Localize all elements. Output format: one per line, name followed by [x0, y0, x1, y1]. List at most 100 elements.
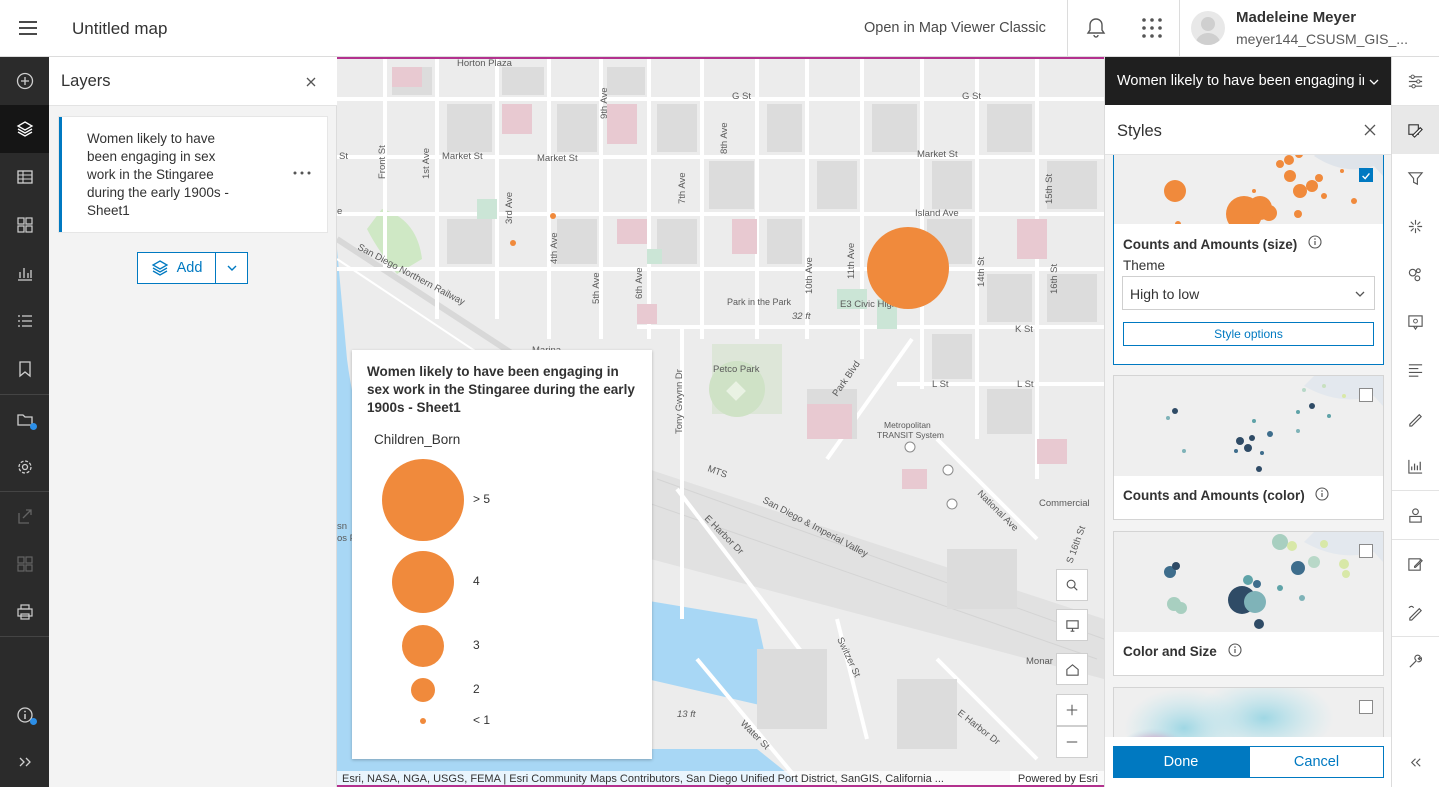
style-card-counts-size[interactable]: Counts and Amounts (size) Theme High to … — [1113, 155, 1384, 365]
add-icon[interactable] — [0, 57, 49, 105]
labels-icon[interactable] — [1392, 346, 1439, 394]
info-icon[interactable] — [1315, 487, 1329, 501]
style-card-counts-color[interactable]: Counts and Amounts (color) — [1113, 375, 1384, 520]
user-name[interactable]: Madeleine Meyer — [1236, 9, 1356, 26]
chevron-down-icon[interactable] — [216, 253, 247, 283]
bell-icon[interactable] — [1083, 15, 1109, 41]
map-view[interactable]: Horton Plaza G St G St St Market St Mark… — [337, 57, 1104, 787]
map-label: Market St — [442, 151, 483, 162]
map-label: 15th St — [1044, 174, 1055, 204]
theme-label: Theme — [1123, 258, 1166, 273]
layer-selector-dropdown[interactable]: Women likely to have been engaging in se… — [1105, 57, 1392, 105]
charts-icon[interactable] — [0, 249, 49, 297]
legend-class-label: > 5 — [473, 492, 491, 506]
menu-icon[interactable] — [14, 15, 42, 41]
user-id[interactable]: meyer144_CSUSM_GIS_... — [1236, 31, 1408, 47]
monitor-icon[interactable] — [1056, 609, 1088, 641]
map-title[interactable]: Untitled map — [72, 19, 167, 39]
toolbar-divider — [0, 636, 49, 637]
home-icon[interactable] — [1056, 653, 1088, 685]
legend-class-label: 4 — [473, 574, 480, 588]
app-launcher-icon[interactable] — [1140, 16, 1164, 40]
layers-panel-title: Layers — [61, 72, 111, 90]
share-icon[interactable] — [0, 492, 49, 540]
legend-icon[interactable] — [0, 297, 49, 345]
basemap-icon[interactable] — [0, 201, 49, 249]
map-point-symbol[interactable] — [550, 213, 556, 219]
analysis-icon[interactable] — [1392, 637, 1439, 685]
filter-icon[interactable] — [1392, 154, 1439, 202]
add-layer-button[interactable]: Add — [137, 252, 248, 284]
style-card-color-size[interactable]: Color and Size — [1113, 531, 1384, 676]
style-checkbox[interactable] — [1359, 700, 1373, 714]
info-icon[interactable] — [0, 691, 49, 739]
legend-symbols — [382, 459, 464, 724]
done-button[interactable]: Done — [1113, 746, 1249, 778]
powered-by-link[interactable]: Powered by Esri — [1009, 771, 1098, 785]
effects-icon[interactable] — [1392, 202, 1439, 250]
map-label: L St — [932, 379, 949, 390]
map-label: L St — [1017, 379, 1034, 390]
collapse-icon[interactable] — [1392, 738, 1439, 786]
add-button-main[interactable]: Add — [138, 253, 216, 283]
table-icon[interactable] — [0, 153, 49, 201]
map-label: sn — [337, 521, 347, 532]
attribution-text[interactable]: Esri, NASA, NGA, USGS, FEMA | Esri Commu… — [342, 773, 944, 785]
bookmarks-icon[interactable] — [0, 345, 49, 393]
layers-icon[interactable] — [0, 105, 49, 153]
style-options-button[interactable]: Style options — [1123, 322, 1374, 346]
edit-icon[interactable] — [1392, 540, 1439, 588]
style-checkbox[interactable] — [1359, 544, 1373, 558]
search-icon[interactable] — [1056, 569, 1088, 601]
sketch-icon[interactable] — [1392, 588, 1439, 636]
fields-icon[interactable] — [1392, 394, 1439, 442]
legend-symbol — [402, 625, 444, 667]
layer-name[interactable]: Women likely to have been engaging in se… — [87, 130, 247, 220]
map-legend: Women likely to have been engaging in se… — [352, 350, 652, 759]
print-icon[interactable] — [0, 588, 49, 636]
cancel-button[interactable]: Cancel — [1249, 746, 1384, 778]
map-label: e — [337, 206, 342, 217]
layers-panel: Layers Women likely to have been engagin… — [49, 57, 337, 787]
style-checkbox[interactable] — [1359, 168, 1373, 182]
popups-icon[interactable] — [1392, 298, 1439, 346]
forms-icon[interactable] — [1392, 491, 1439, 539]
style-checkbox[interactable] — [1359, 388, 1373, 402]
info-icon[interactable] — [1228, 643, 1242, 657]
right-toolbar — [1391, 57, 1439, 787]
avatar[interactable] — [1191, 11, 1225, 45]
map-label: 13 ft — [677, 709, 696, 720]
widgets-icon[interactable] — [0, 540, 49, 588]
clustering-icon[interactable] — [1392, 250, 1439, 298]
more-options-icon[interactable] — [292, 165, 312, 181]
zoom-in-icon[interactable] — [1056, 694, 1088, 726]
map-label: 9th Ave — [599, 87, 610, 119]
close-icon[interactable] — [1362, 122, 1378, 138]
folder-icon[interactable] — [0, 395, 49, 443]
map-point-symbol[interactable] — [510, 240, 516, 246]
zoom-out-icon[interactable] — [1056, 726, 1088, 758]
open-classic-link[interactable]: Open in Map Viewer Classic — [864, 20, 1046, 36]
style-thumbnail — [1114, 532, 1383, 632]
style-name: Color and Size — [1123, 644, 1217, 659]
properties-icon[interactable] — [1392, 57, 1439, 105]
style-card-heatmap[interactable] — [1113, 687, 1384, 737]
expand-icon[interactable] — [0, 738, 49, 786]
info-icon[interactable] — [1308, 235, 1322, 249]
map-label: Park in the Park — [727, 297, 792, 307]
map-point-symbol[interactable] — [867, 227, 949, 309]
charts-icon[interactable] — [1392, 442, 1439, 490]
style-thumbnail — [1114, 376, 1383, 476]
map-label: Petco Park — [713, 364, 760, 375]
theme-select[interactable]: High to low — [1122, 276, 1375, 310]
map-label: St — [339, 151, 348, 162]
close-icon[interactable] — [302, 73, 320, 91]
settings-icon[interactable] — [0, 443, 49, 491]
theme-select-value: High to low — [1130, 286, 1200, 302]
layer-item[interactable]: Women likely to have been engaging in se… — [59, 117, 327, 232]
map-label: 1st Ave — [421, 148, 432, 179]
map-attribution: Esri, NASA, NGA, USGS, FEMA | Esri Commu… — [337, 771, 1104, 785]
left-toolbar — [0, 57, 49, 787]
styles-icon[interactable] — [1392, 106, 1439, 154]
chevron-down-icon — [1355, 291, 1365, 297]
